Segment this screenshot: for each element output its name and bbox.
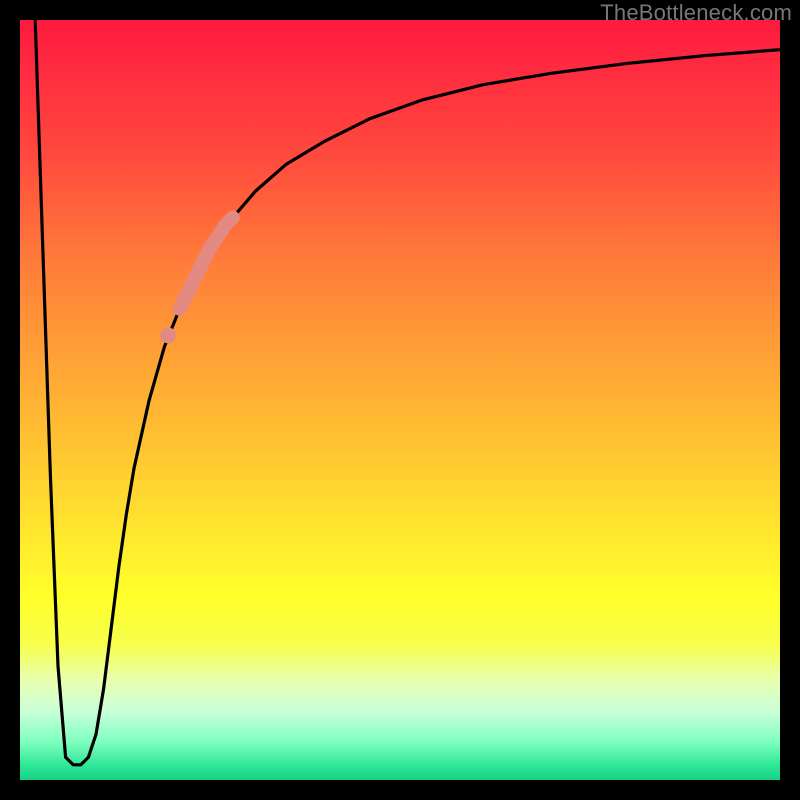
highlight-segment-path: [180, 218, 233, 309]
plot-area: [20, 20, 780, 780]
highlight-dot-lower: [160, 327, 176, 343]
chart-frame: TheBottleneck.com: [0, 0, 800, 800]
bottleneck-curve-path: [35, 20, 780, 765]
chart-svg: [20, 20, 780, 780]
